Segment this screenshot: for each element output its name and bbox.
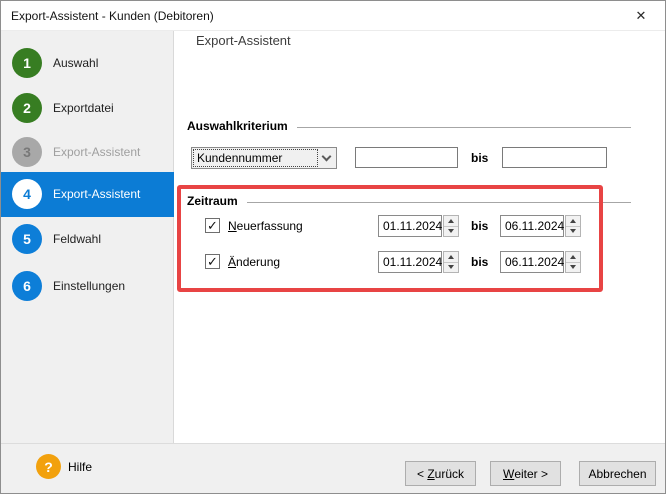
spinner-buttons <box>443 215 459 237</box>
step-number-badge: 5 <box>12 224 42 254</box>
back-button[interactable]: < Zurück <box>405 461 476 486</box>
next-button[interactable]: Weiter > <box>490 461 561 486</box>
wizard-step-sidebar: 1 Auswahl 2 Exportdatei 3 Export-Assiste… <box>1 31 174 443</box>
spin-up-icon[interactable] <box>444 252 458 263</box>
chevron-down-icon <box>317 148 336 168</box>
criterion-dropdown[interactable]: Kundennummer <box>191 147 337 169</box>
auswahlkriterium-group-label: Auswahlkriterium <box>187 119 288 133</box>
footer-bar: ? Hilfe < Zurück Weiter > Abbrechen <box>1 443 665 493</box>
checkmark-icon: ✓ <box>207 255 218 268</box>
window-title: Export-Assistent - Kunden (Debitoren) <box>11 9 214 23</box>
date-value[interactable]: 06.11.2024 <box>500 215 564 237</box>
sidebar-item-label: Auswahl <box>53 56 98 70</box>
aenderung-label[interactable]: Änderung <box>228 255 280 269</box>
export-wizard-dialog: Export-Assistent - Kunden (Debitoren) ✕ … <box>0 0 666 494</box>
sidebar-item-label: Einstellungen <box>53 279 125 293</box>
spin-up-icon[interactable] <box>566 216 580 227</box>
step-number-badge: 1 <box>12 48 42 78</box>
page-title: Export-Assistent <box>196 33 291 48</box>
step-number-badge: 3 <box>12 137 42 167</box>
step-number-badge: 4 <box>12 179 42 209</box>
spinner-buttons <box>443 251 459 273</box>
aenderung-from-date-spinner: 01.11.2024 <box>378 251 459 273</box>
group-separator-line <box>297 127 631 128</box>
cancel-button[interactable]: Abbrechen <box>579 461 656 486</box>
help-icon[interactable]: ? <box>36 454 61 479</box>
auswahlkriterium-group-header: Auswahlkriterium <box>187 119 631 133</box>
sidebar-item-label: Export-Assistent <box>53 187 140 201</box>
group-separator-line <box>247 202 631 203</box>
spin-up-icon[interactable] <box>444 216 458 227</box>
sidebar-item-label: Export-Assistent <box>53 145 140 159</box>
checkmark-icon: ✓ <box>207 219 218 232</box>
criterion-to-input[interactable] <box>502 147 607 168</box>
neuerfassung-label[interactable]: Neuerfassung <box>228 219 303 233</box>
date-value[interactable]: 06.11.2024 <box>500 251 564 273</box>
spinner-buttons <box>565 215 581 237</box>
aenderung-checkbox[interactable]: ✓ <box>205 254 220 269</box>
sidebar-item-einstellungen[interactable]: 6 Einstellungen <box>1 264 174 308</box>
date-value[interactable]: 01.11.2024 <box>378 251 442 273</box>
spin-down-icon[interactable] <box>444 263 458 273</box>
aenderung-to-date-spinner: 06.11.2024 <box>500 251 581 273</box>
spin-down-icon[interactable] <box>566 263 580 273</box>
sidebar-item-auswahl[interactable]: 1 Auswahl <box>1 41 174 85</box>
sidebar-item-export-assistent-active[interactable]: 4 Export-Assistent <box>1 172 174 217</box>
sidebar-item-export-assistent-disabled: 3 Export-Assistent <box>1 130 174 174</box>
bis-label: bis <box>471 151 488 165</box>
help-label[interactable]: Hilfe <box>68 460 92 474</box>
criterion-from-input[interactable] <box>355 147 458 168</box>
spinner-buttons <box>565 251 581 273</box>
sidebar-item-feldwahl[interactable]: 5 Feldwahl <box>1 217 174 261</box>
sidebar-item-label: Feldwahl <box>53 232 101 246</box>
zeitraum-group-header: Zeitraum <box>187 194 631 208</box>
spin-up-icon[interactable] <box>566 252 580 263</box>
neuerfassung-to-date-spinner: 06.11.2024 <box>500 215 581 237</box>
neuerfassung-from-date-spinner: 01.11.2024 <box>378 215 459 237</box>
sidebar-item-exportdatei[interactable]: 2 Exportdatei <box>1 86 174 130</box>
bis-label: bis <box>471 255 488 269</box>
neuerfassung-checkbox[interactable]: ✓ <box>205 218 220 233</box>
titlebar: Export-Assistent - Kunden (Debitoren) <box>1 1 665 31</box>
step-number-badge: 2 <box>12 93 42 123</box>
criterion-dropdown-value: Kundennummer <box>194 150 317 166</box>
close-icon[interactable]: ✕ <box>623 1 659 30</box>
bis-label: bis <box>471 219 488 233</box>
spin-down-icon[interactable] <box>444 227 458 237</box>
spin-down-icon[interactable] <box>566 227 580 237</box>
step-number-badge: 6 <box>12 271 42 301</box>
sidebar-item-label: Exportdatei <box>53 101 114 115</box>
date-value[interactable]: 01.11.2024 <box>378 215 442 237</box>
zeitraum-group-label: Zeitraum <box>187 194 238 208</box>
